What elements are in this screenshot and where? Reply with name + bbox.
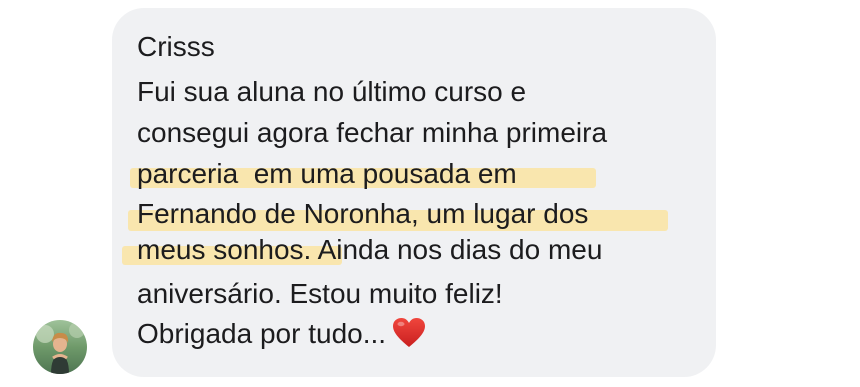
message-text-fragment: Obrigada por tudo... (137, 318, 387, 349)
message-line: consegui agora fechar minha primeira (137, 117, 608, 148)
message-line: Fernando de Noronha, um lugar dos (137, 198, 589, 229)
message-line: meus sonhos. Ainda nos dias do meu (137, 230, 602, 270)
message-line: Fui sua aluna no último curso e (137, 76, 527, 107)
comment-screenshot: Crisss Fui sua aluna no último curso e c… (0, 0, 860, 387)
user-avatar[interactable] (33, 320, 87, 374)
heart-emoji-icon (392, 317, 426, 360)
message-text-fragment: meus sonhos. (137, 234, 312, 265)
message-line: parceria em uma pousada em (137, 158, 517, 189)
message-line: Obrigada por tudo... (137, 314, 426, 360)
profile-photo-icon (33, 320, 87, 374)
sender-name[interactable]: Crisss (137, 27, 215, 67)
message-line: aniversário. Estou muito feliz! (137, 278, 503, 309)
message-text-fragment: Ainda nos dias do meu (311, 234, 603, 265)
